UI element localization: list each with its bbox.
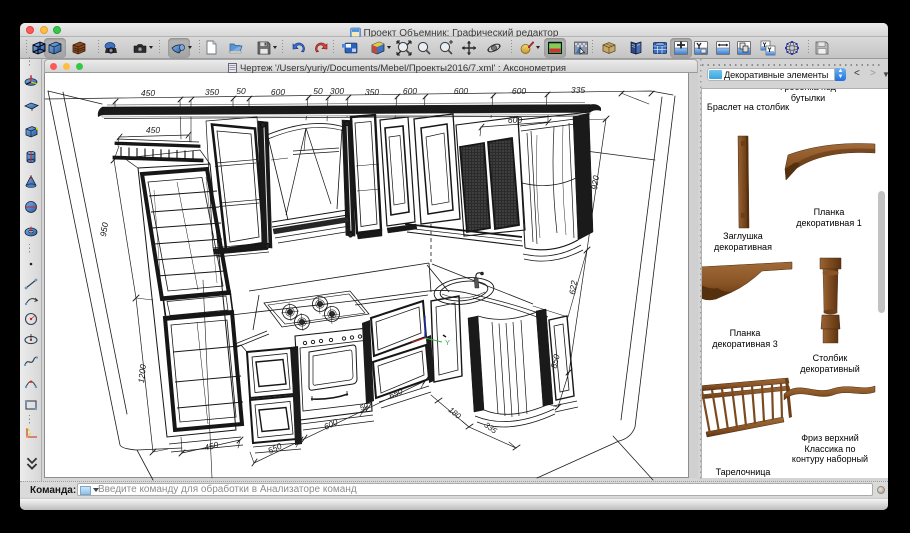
svg-text:Y: Y: [445, 338, 450, 347]
svg-text:600: 600: [403, 86, 417, 96]
svg-text:50: 50: [236, 86, 246, 96]
svg-text:180: 180: [447, 405, 463, 421]
svg-text:600: 600: [454, 86, 468, 96]
svg-text:950: 950: [98, 221, 110, 237]
svg-text:550: 550: [266, 441, 283, 456]
svg-text:450: 450: [203, 439, 219, 452]
svg-text:600: 600: [512, 86, 526, 96]
svg-text:450: 450: [141, 88, 155, 98]
svg-text:50: 50: [313, 86, 323, 96]
svg-text:350: 350: [365, 87, 379, 97]
svg-text:335: 335: [571, 85, 585, 95]
svg-text:450: 450: [146, 125, 160, 135]
svg-text:350: 350: [205, 87, 219, 97]
svg-text:300: 300: [330, 86, 344, 96]
svg-text:1200: 1200: [136, 363, 148, 383]
svg-text:335: 335: [482, 420, 499, 435]
svg-text:622: 622: [567, 280, 579, 296]
svg-text:600: 600: [271, 87, 285, 97]
svg-text:600: 600: [322, 417, 339, 432]
